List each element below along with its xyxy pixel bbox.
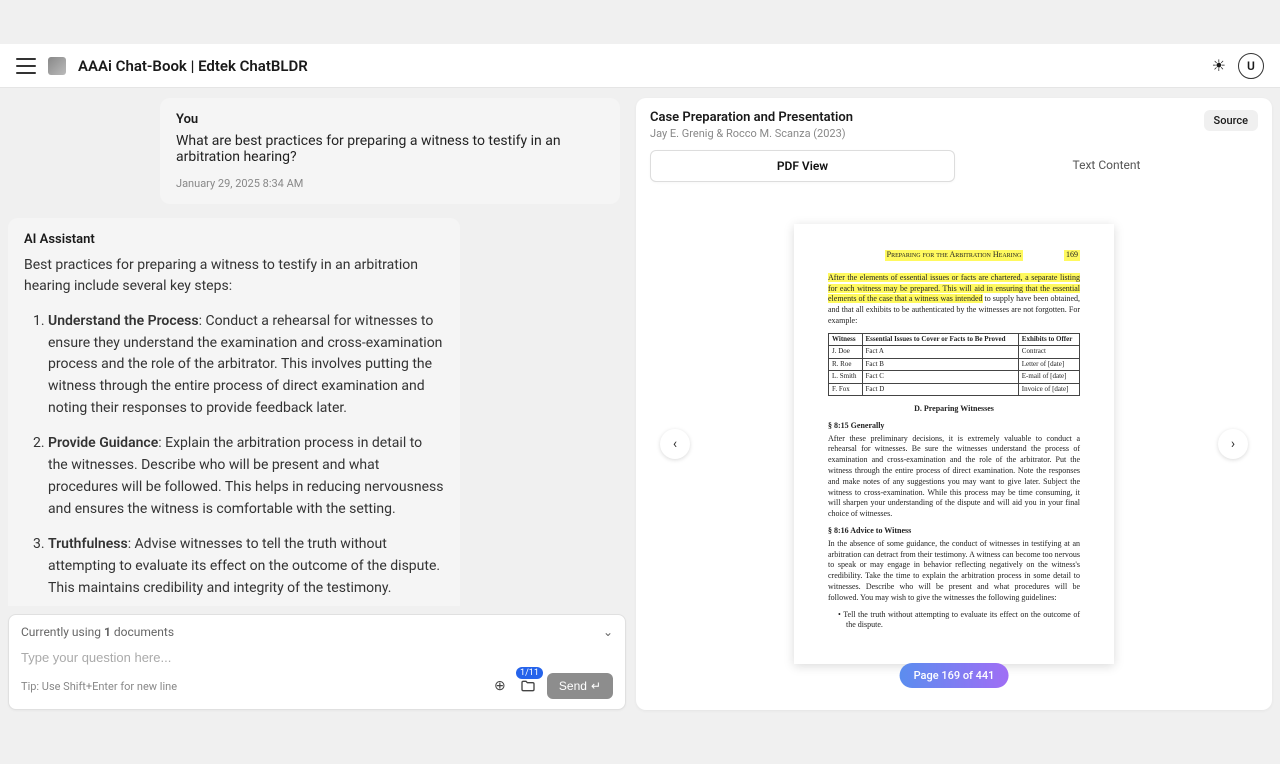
input-tip: Tip: Use Shift+Enter for new line [21,680,177,693]
user-text: What are best practices for preparing a … [176,133,604,165]
pdf-heading: D. Preparing Witnesses [828,404,1080,415]
source-title: Case Preparation and Presentation [650,110,853,125]
question-input[interactable] [21,650,613,665]
input-area: Currently using 1 documents ⌄ Tip: Use S… [8,614,626,710]
source-subtitle: Jay E. Grenig & Rocco M. Scanza (2023) [650,127,853,140]
source-tabs: PDF View Text Content [650,150,1258,182]
send-button[interactable]: Send ↵ [547,673,613,699]
pdf-section-title: § 8:15 Generally [828,421,1080,432]
list-item: Truthfulness: Advise witnesses to tell t… [48,534,444,599]
user-message: You What are best practices for preparin… [160,98,620,204]
ai-message: AI Assistant Best practices for preparin… [8,218,460,606]
folder-icon[interactable]: 1/11 [519,677,537,695]
menu-icon[interactable] [16,58,36,74]
list-item: Understand the Process: Conduct a rehear… [48,311,444,419]
topbar: AAAi Chat-Book | Edtek ChatBLDR ☀ U [0,44,1280,88]
add-icon[interactable]: ⊕ [491,677,509,695]
pdf-paragraph: In the absence of some guidance, the con… [828,539,1080,604]
pdf-bullet: • Tell the truth without attempting to e… [846,610,1080,632]
tab-pdf-view[interactable]: PDF View [650,150,955,182]
tab-text-content[interactable]: Text Content [955,150,1258,182]
documents-toggle[interactable]: Currently using 1 documents ⌄ [21,625,613,639]
theme-toggle-icon[interactable]: ☀ [1212,56,1226,75]
ai-list: Understand the Process: Conduct a rehear… [24,311,444,606]
pdf-paragraph: After these preliminary decisions, it is… [828,434,1080,520]
page-indicator: Page 169 of 441 [900,663,1009,688]
pdf-page: Preparing for the Arbitration Hearing 16… [794,224,1114,664]
chat-column: You What are best practices for preparin… [8,98,626,710]
next-page-button[interactable]: › [1218,429,1248,459]
main: You What are best practices for preparin… [0,88,1280,720]
pdf-table: WitnessEssential Issues to Cover or Fact… [828,333,1080,396]
input-actions: ⊕ 1/11 Send ↵ [491,673,613,699]
source-header: Case Preparation and Presentation Jay E.… [650,110,1258,140]
ai-label: AI Assistant [24,232,444,247]
input-bottom: Tip: Use Shift+Enter for new line ⊕ 1/11… [21,673,613,699]
folder-badge: 1/11 [516,667,543,679]
pdf-section-title: § 8:16 Advice to Witness [828,526,1080,537]
topbar-right: ☀ U [1212,53,1264,79]
chevron-down-icon: ⌄ [603,625,613,639]
pdf-viewer: ‹ Preparing for the Arbitration Hearing … [650,190,1258,698]
pdf-running-head: Preparing for the Arbitration Hearing 16… [828,250,1080,261]
pdf-paragraph: After the elements of essential issues o… [828,273,1080,327]
user-label: You [176,112,604,127]
source-button[interactable]: Source [1204,110,1258,131]
topbar-left: AAAi Chat-Book | Edtek ChatBLDR [16,57,308,75]
list-item: Provide Guidance: Explain the arbitratio… [48,433,444,520]
app-logo [48,57,66,75]
source-panel: Case Preparation and Presentation Jay E.… [636,98,1272,710]
app-title: AAAi Chat-Book | Edtek ChatBLDR [78,57,308,75]
user-timestamp: January 29, 2025 8:34 AM [176,177,604,190]
chat-scroll[interactable]: You What are best practices for preparin… [8,98,626,606]
user-avatar[interactable]: U [1238,53,1264,79]
prev-page-button[interactable]: ‹ [660,429,690,459]
ai-intro: Best practices for preparing a witness t… [24,255,444,297]
